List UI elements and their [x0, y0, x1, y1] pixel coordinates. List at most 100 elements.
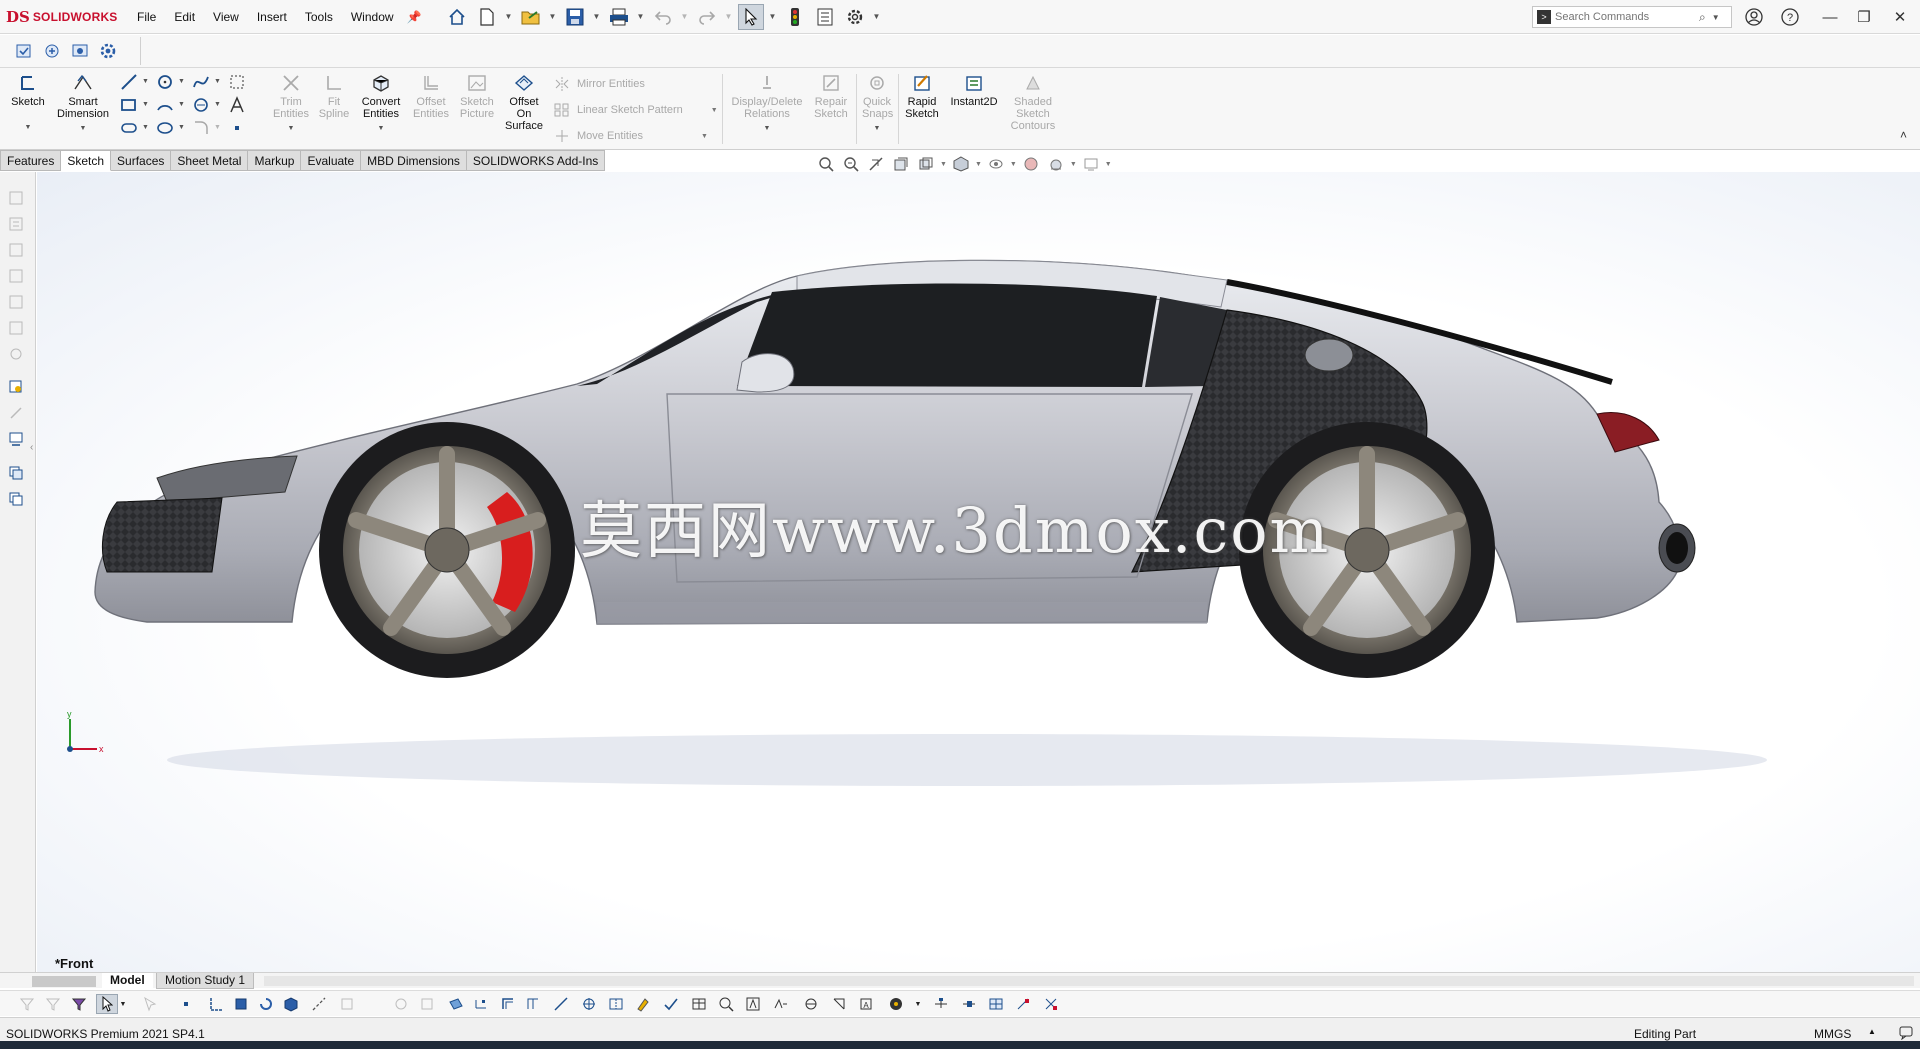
extruded-boss-icon[interactable] — [230, 994, 252, 1014]
zoom-bottom-icon[interactable] — [715, 994, 737, 1014]
circle-dropdown-icon[interactable]: ▼ — [178, 78, 185, 85]
unit-system[interactable]: MMGS — [1814, 1027, 1851, 1041]
display-grid-icon[interactable] — [985, 994, 1007, 1014]
menu-edit[interactable]: Edit — [165, 10, 204, 24]
chamfer-icon[interactable] — [336, 994, 358, 1014]
car-model-render[interactable]: y x — [37, 172, 1920, 974]
linear-pattern-dropdown-icon[interactable]: ▼ — [711, 107, 718, 114]
offset-on-surface-button[interactable]: Offset On Surface — [500, 72, 548, 132]
spline-dropdown-icon[interactable]: ▼ — [214, 78, 221, 85]
new-document-icon[interactable] — [474, 4, 500, 30]
configuration-manager-icon[interactable] — [6, 240, 26, 260]
display-style-dropdown-icon[interactable]: ▼ — [975, 161, 982, 168]
convert-dropdown-icon[interactable]: ▼ — [378, 123, 385, 135]
offset-entities-button[interactable]: Offset Entities — [408, 72, 454, 120]
reference-point-icon[interactable] — [470, 994, 492, 1014]
help-icon[interactable]: ? — [1778, 6, 1802, 28]
rectangle-dropdown-icon[interactable]: ▼ — [142, 101, 149, 108]
appearance-icon[interactable] — [6, 344, 26, 364]
solidworks-logo[interactable]: DS SOLIDWORKS — [0, 8, 128, 26]
open-dropdown-icon[interactable]: ▼ — [548, 12, 558, 21]
select-pointer-icon[interactable] — [737, 3, 764, 30]
quick-snaps-dropdown-icon[interactable]: ▼ — [874, 123, 881, 135]
restore-icon[interactable]: ❐ — [1852, 6, 1876, 28]
paste-entities-icon[interactable] — [6, 489, 26, 509]
display-style-icon[interactable] — [950, 154, 972, 174]
view-orientation-dropdown-icon[interactable]: ▼ — [940, 161, 947, 168]
view-orientation-hud-icon[interactable] — [915, 154, 937, 174]
search-icon[interactable]: ⌕ — [1699, 10, 1706, 25]
tab-motion-study-1[interactable]: Motion Study 1 — [156, 973, 255, 989]
dimxpert-icon[interactable] — [6, 266, 26, 286]
sketch-fillet-icon[interactable] — [308, 994, 330, 1014]
front-wheel[interactable] — [319, 422, 575, 678]
move-bottom-icon[interactable] — [1012, 994, 1034, 1014]
rebuild-view-icon[interactable] — [6, 429, 26, 449]
traffic-light-icon[interactable] — [782, 4, 808, 30]
spline-icon[interactable] — [190, 72, 212, 92]
slot-dropdown-icon[interactable]: ▼ — [142, 124, 149, 131]
view-settings-dropdown-icon[interactable]: ▼ — [1105, 161, 1112, 168]
centerline-icon[interactable] — [205, 994, 227, 1014]
sketch-picture-button[interactable]: Sketch Picture — [455, 72, 499, 120]
text-icon[interactable] — [226, 95, 248, 115]
save-icon[interactable] — [562, 4, 588, 30]
circle-icon[interactable] — [154, 72, 176, 92]
view-settings-icon[interactable] — [1080, 154, 1102, 174]
loft-icon[interactable] — [390, 994, 412, 1014]
tab-navigation-arrows[interactable] — [32, 976, 96, 987]
text-annotation-icon[interactable] — [742, 994, 764, 1014]
menu-tools[interactable]: Tools — [296, 10, 342, 24]
side-mirror[interactable] — [736, 353, 795, 393]
tab-sketch[interactable]: Sketch — [61, 150, 112, 171]
move-entities-button[interactable]: Move Entities ▼ — [553, 128, 708, 144]
open-folder-icon[interactable] — [518, 4, 544, 30]
search-input[interactable] — [1555, 11, 1695, 23]
file-properties-icon[interactable] — [812, 4, 838, 30]
save-dropdown-icon[interactable]: ▼ — [592, 12, 602, 21]
polygon-icon[interactable] — [190, 95, 212, 115]
plane-icon[interactable] — [445, 994, 467, 1014]
hide-show-items-icon[interactable] — [985, 154, 1007, 174]
options-gear-icon[interactable] — [842, 4, 868, 30]
search-commands[interactable]: > ⌕ ▼ — [1532, 6, 1732, 28]
construction-geometry-icon[interactable] — [226, 72, 248, 92]
selection-box-icon[interactable] — [140, 994, 162, 1014]
trim-dropdown-icon[interactable]: ▼ — [288, 123, 295, 135]
menu-insert[interactable]: Insert — [248, 10, 296, 24]
shaded-sketch-contours-button[interactable]: Shaded Sketch Contours — [1006, 72, 1060, 132]
rectangle-icon[interactable] — [118, 95, 140, 115]
hide-show-dropdown-icon[interactable]: ▼ — [1010, 161, 1017, 168]
tab-features[interactable]: Features — [0, 150, 62, 171]
section-view-icon[interactable] — [890, 154, 912, 174]
filter-icon[interactable] — [16, 994, 38, 1014]
apply-scene-icon[interactable] — [1045, 154, 1067, 174]
hole-callout-icon[interactable] — [828, 994, 850, 1014]
apply-scene-dropdown-icon[interactable]: ▼ — [1070, 161, 1077, 168]
convert-entities-button[interactable]: Convert Entities ▼ — [356, 72, 406, 135]
tab-surfaces[interactable]: Surfaces — [111, 150, 172, 171]
panel-collapse-grip[interactable]: ‹ — [30, 442, 36, 482]
polygon-dropdown-icon[interactable]: ▼ — [214, 101, 221, 108]
line-icon[interactable] — [118, 72, 140, 92]
display-manager-panel-icon[interactable] — [6, 292, 26, 312]
new-dropdown-icon[interactable]: ▼ — [504, 12, 514, 21]
point-icon[interactable] — [226, 118, 248, 138]
graphics-area[interactable]: y x — [37, 172, 1920, 974]
copy-entities-icon[interactable] — [6, 463, 26, 483]
ellipse-dropdown-icon[interactable]: ▼ — [178, 124, 185, 131]
user-icon[interactable] — [1742, 6, 1766, 28]
fillet-icon[interactable] — [190, 118, 212, 138]
redo-dropdown-icon[interactable]: ▼ — [724, 12, 734, 21]
minimize-icon[interactable]: — — [1818, 6, 1842, 28]
line-dropdown-icon[interactable]: ▼ — [142, 78, 149, 85]
arc-icon[interactable] — [154, 95, 176, 115]
menu-view[interactable]: View — [204, 10, 248, 24]
close-icon[interactable]: ✕ — [1888, 6, 1912, 28]
display-manager-icon[interactable] — [70, 41, 90, 61]
customize-icon[interactable] — [1040, 994, 1062, 1014]
cam-icon[interactable] — [6, 318, 26, 338]
options-dropdown-icon[interactable]: ▼ — [872, 12, 882, 21]
datum-icon[interactable] — [930, 994, 952, 1014]
split-line-icon[interactable] — [522, 994, 544, 1014]
